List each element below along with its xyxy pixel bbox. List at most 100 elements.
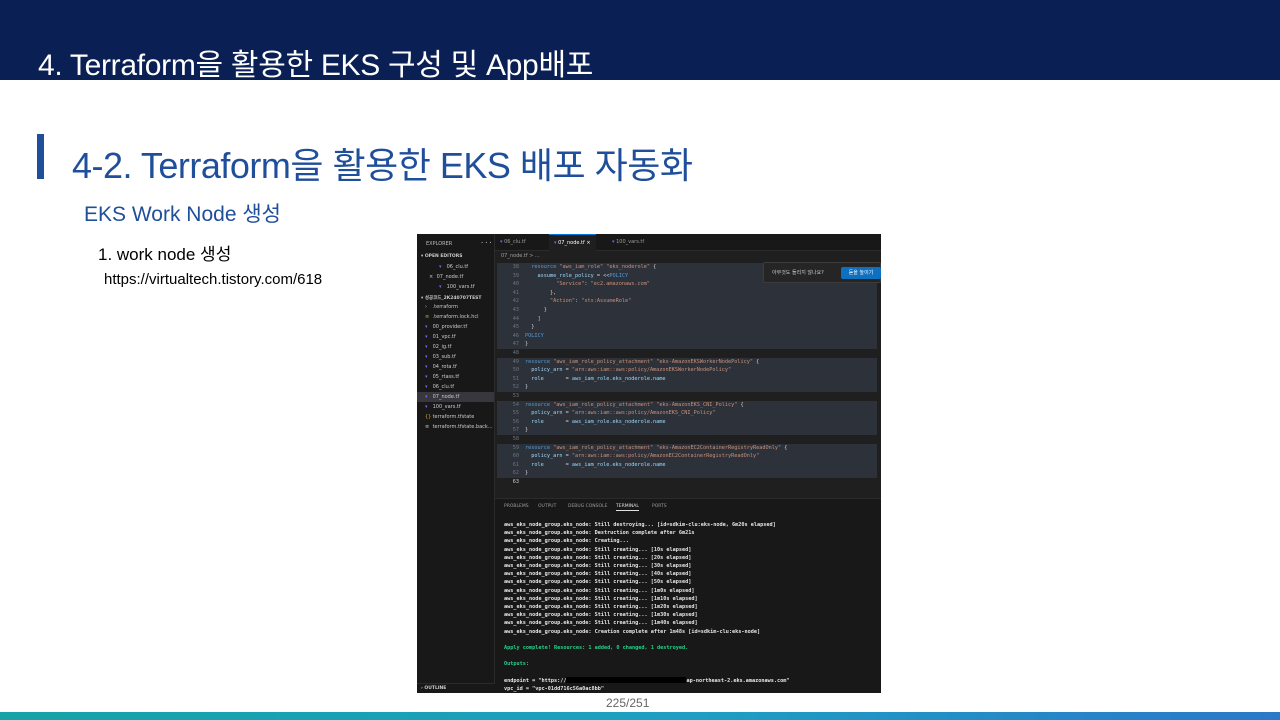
notification-popup: 아무것도 들리지 않나요? 듣을 높이기 <box>763 262 881 283</box>
file-name: 04_rota.tf <box>431 364 457 370</box>
terminal-line: aws_eks_node_group.eks_node: Creation co… <box>504 628 761 635</box>
code-line: 59 resource "aws_iam_role_policy_attachme… <box>497 443 877 453</box>
line-number: 54 <box>512 401 519 408</box>
terminal-line: aws_eks_node_group.eks_node: Still creat… <box>504 604 698 610</box>
code-line: 51 role = aws_iam_role.eks_noderole.name <box>497 374 877 384</box>
line-number: 43 <box>512 307 519 313</box>
file-name: 07_node.tf <box>435 274 464 280</box>
terminal-line: aws_eks_node_group.eks_node: Still creat… <box>504 579 692 586</box>
line-number: 46 <box>512 332 519 339</box>
footer-band <box>0 712 1280 720</box>
code-line: 61 role = aws_iam_role.eks_noderole.name <box>497 460 877 470</box>
outline-section[interactable]: › OUTLINE <box>417 683 495 693</box>
file-item[interactable]: ▾ 02_ig.tf <box>417 342 494 352</box>
terminal-line: aws_eks_node_group.eks_node: Destruction… <box>504 530 695 537</box>
breadcrumb[interactable]: 07_node.tf > ... <box>501 253 540 259</box>
editor-tab[interactable]: ▾ 06_clu.tf <box>495 234 531 251</box>
line-number: 49 <box>512 358 519 365</box>
redaction-bar <box>566 677 687 684</box>
file-item[interactable]: ▾ 100_vars.tf <box>417 282 494 292</box>
file-item[interactable]: ▾ 00_provider.tf <box>417 322 494 332</box>
line-number: 51 <box>512 375 519 382</box>
file-item[interactable]: ▾ 01_vpc.tf <box>417 332 494 342</box>
tab-label: 06_clu.tf <box>504 239 526 245</box>
terminal-line: Apply complete! Resources: 1 added, 0 ch… <box>504 645 689 651</box>
file-item[interactable]: ▾ 06_clu.tf <box>417 382 494 392</box>
terminal-line: aws_eks_node_group.eks_node: Still creat… <box>504 620 698 627</box>
panel-tab-debug-console[interactable]: DEBUG CONSOLE <box>568 504 607 509</box>
file-name: 100_vars.tf <box>445 284 475 290</box>
explorer-title: EXPLORER <box>426 241 453 247</box>
code-line: 63 <box>497 478 877 487</box>
popup-button[interactable]: 듣을 높이기 <box>841 267 881 279</box>
code-line: 52} <box>497 383 877 392</box>
step-label: 1. work node 생성 <box>98 245 232 264</box>
tab-label: 07_node.tf <box>558 240 585 246</box>
bottom-panel: PROBLEMS OUTPUT DEBUG CONSOLE TERMINAL PORTS… <box>495 498 881 693</box>
terminal-line: aws_eks_node_group.eks_node: Creating... <box>504 538 629 545</box>
file-item[interactable]: ≡ terraform.tfstate.back... <box>417 422 494 432</box>
code-line: 46 POLICY <box>497 331 877 341</box>
line-number: 44 <box>512 315 519 322</box>
reference-url[interactable]: https://virtualtech.tistory.com/618 <box>104 271 322 288</box>
code-line: 44 ] <box>497 314 877 324</box>
file-item[interactable]: {} terraform.tfstate <box>417 412 494 422</box>
page-number: 225/251 <box>606 696 650 710</box>
line-number: 52 <box>512 384 519 391</box>
code-line: 47} <box>497 340 877 349</box>
file-item[interactable]: × 07_node.tf <box>417 272 494 282</box>
file-item[interactable]: ▾ 07_node.tf <box>417 392 494 402</box>
section-title: 4-2. Terraform을 활용한 EKS 배포 자동화 <box>72 145 693 186</box>
terminal-line: aws_eks_node_group.eks_node: Still creat… <box>504 595 698 602</box>
project-folder[interactable]: ▾ 성공코드_2K240707TEST <box>421 295 482 301</box>
panel-tab-problems[interactable]: PROBLEMS <box>504 504 529 509</box>
terminal-line: aws_eks_node_group.eks_node: Still creat… <box>504 587 695 594</box>
terminal-line: aws_eks_node_group.eks_node: Still creat… <box>504 612 698 619</box>
line-number: 59 <box>512 444 519 451</box>
panel-tab-ports[interactable]: PORTS <box>652 504 667 509</box>
line-number: 53 <box>512 393 519 399</box>
code-line: 55 policy_arn = "arn:aws:iam::aws:policy… <box>497 409 877 418</box>
file-item[interactable]: ≡ .terraform.lock.hcl <box>417 312 494 322</box>
editor-tab[interactable]: ▾ 100_vars.tf <box>607 234 649 251</box>
line-number: 47 <box>512 341 519 348</box>
explorer-sidebar: EXPLORER ··· ▾ OPEN EDITORS ▾ 06_clu.tf ×… <box>417 234 495 693</box>
file-name: 03_sub.tf <box>431 354 456 360</box>
file-name: 01_vpc.tf <box>431 334 456 340</box>
terminal-endpoint-line: endpoint = "https://ap-northeast-2.eks.a… <box>504 677 790 684</box>
line-number: 48 <box>512 350 519 356</box>
line-number: 39 <box>512 272 519 279</box>
file-item[interactable]: ▾ 03_sub.tf <box>417 352 494 362</box>
close-icon[interactable]: × <box>585 240 590 246</box>
line-number: 41 <box>512 289 519 296</box>
code-line: 62} <box>497 469 877 478</box>
section-accent-bar <box>37 134 44 179</box>
line-number: 60 <box>512 453 519 460</box>
line-number: 58 <box>512 436 519 442</box>
terminal-vpc-line: vpc_id = "vpc-01dd716c56a0ac8bb" <box>504 686 604 692</box>
file-name: 06_clu.tf <box>431 384 455 390</box>
code-line: 49 resource "aws_iam_role_policy_attachme… <box>497 357 877 367</box>
panel-tab-terminal[interactable]: TERMINAL <box>616 504 639 511</box>
file-name: 06_clu.tf <box>445 264 469 270</box>
file-name: 07_node.tf <box>431 394 460 400</box>
file-name: .terraform <box>431 304 458 310</box>
code-editor[interactable]: 38 resource "aws_iam_role" "eks_noderole… <box>497 263 881 491</box>
file-item[interactable]: ▾ 04_rota.tf <box>417 362 494 372</box>
line-number: 55 <box>512 410 519 417</box>
file-item[interactable]: ▾ 05_rtass.tf <box>417 372 494 382</box>
file-name: 100_vars.tf <box>431 404 461 410</box>
code-line: 60 policy_arn = "arn:aws:iam::aws:policy… <box>497 452 877 461</box>
open-editors-header[interactable]: ▾ OPEN EDITORS <box>421 254 462 259</box>
file-item[interactable]: ▾ 06_clu.tf <box>417 262 494 272</box>
terminal-line: aws_eks_node_group.eks_node: Still destr… <box>504 522 776 528</box>
code-line: 56 role = aws_iam_role.eks_noderole.name <box>497 417 877 427</box>
file-item[interactable]: ▾ 100_vars.tf <box>417 402 494 412</box>
code-line: 57} <box>497 426 877 435</box>
editor-tab[interactable]: ▾ 07_node.tf × <box>549 234 596 251</box>
file-item[interactable]: › .terraform <box>417 302 494 312</box>
line-number: 38 <box>512 264 519 270</box>
panel-tab-output[interactable]: OUTPUT <box>538 504 556 509</box>
code-line: 42 "Action": "sts:AssumeRole" <box>497 297 877 306</box>
more-icon[interactable]: ··· <box>480 239 493 247</box>
